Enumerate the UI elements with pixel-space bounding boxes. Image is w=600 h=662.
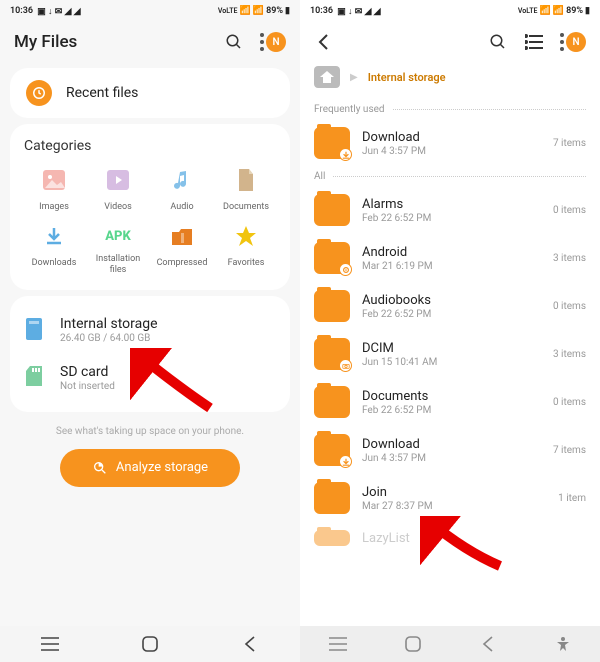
storage-hint: See what's taking up space on your phone… [0,426,300,437]
more-menu-with-avatar[interactable]: N [560,32,586,52]
more-icon [260,33,264,51]
search-icon[interactable] [224,32,244,52]
download-badge-icon [339,148,352,161]
folder-dcim[interactable]: DCIMJun 15 10:41 AM 3 items [300,330,600,378]
images-icon [42,168,66,192]
statusbar: 10:36 ▣ ↓ ✉ ◢ ◢ VoLTE📶 📶89%▮ [0,0,300,22]
search-icon[interactable] [488,32,508,52]
annotation-arrow-right [420,516,510,576]
header: My Files N [0,22,300,62]
internal-storage-sub: 26.40 GB / 64.00 GB [60,333,158,344]
compressed-icon [170,224,194,248]
category-apk[interactable]: APK Installation files [88,224,148,276]
categories-card: Categories Images Videos Audio Documents… [10,124,290,290]
category-videos[interactable]: Videos [88,168,148,216]
analyze-icon [92,460,108,476]
folder-audiobooks[interactable]: AudiobooksFeb 22 6:52 PM 0 items [300,282,600,330]
more-menu-with-avatar[interactable]: N [260,32,286,52]
nav-home[interactable] [130,636,170,652]
recent-files-row[interactable]: Recent files [10,68,290,118]
clock-icon [26,80,52,106]
folder-icon [314,386,350,418]
category-favorites[interactable]: Favorites [216,224,276,276]
folder-documents[interactable]: DocumentsFeb 22 6:52 PM 0 items [300,378,600,426]
avatar: N [566,32,586,52]
folder-android[interactable]: AndroidMar 21 6:19 PM 3 items [300,234,600,282]
folder-icon [314,242,350,274]
annotation-arrow-left [130,348,220,418]
sd-card-icon [26,366,46,390]
nav-home[interactable] [393,636,433,652]
chevron-right-icon: ▶ [350,72,358,83]
folder-icon [314,482,350,514]
category-documents[interactable]: Documents [216,168,276,216]
more-icon [560,33,564,51]
sd-card-sub: Not inserted [60,381,115,392]
folder-icon [314,127,350,159]
nav-back[interactable] [230,636,270,652]
category-compressed[interactable]: Compressed [152,224,212,276]
nav-accessibility[interactable] [543,636,583,652]
nav-recents[interactable] [318,637,358,651]
nav-back[interactable] [468,636,508,652]
view-list-icon[interactable] [524,32,544,52]
folder-alarms[interactable]: AlarmsFeb 22 6:52 PM 0 items [300,186,600,234]
section-frequently-used: Frequently used [300,100,600,119]
breadcrumb: ▶ Internal storage [300,62,600,100]
apk-icon: APK [106,224,130,248]
statusbar: 10:36 ▣ ↓ ✉ ◢ ◢ VoLTE📶 📶89%▮ [300,0,600,22]
folder-icon [314,434,350,466]
sd-card-name: SD card [60,364,115,380]
header: N [300,22,600,62]
folder-icon [314,530,350,546]
breadcrumb-current[interactable]: Internal storage [368,71,446,84]
audio-icon [170,168,194,192]
analyze-storage-button[interactable]: Analyze storage [60,449,240,487]
nav-bar [0,626,300,662]
page-title: My Files [14,32,77,52]
internal-storage-icon [26,318,46,342]
category-images[interactable]: Images [24,168,84,216]
internal-storage-row[interactable]: Internal storage 26.40 GB / 64.00 GB [24,310,276,350]
left-screen: 10:36 ▣ ↓ ✉ ◢ ◢ VoLTE📶 📶89%▮ My Files N … [0,0,300,662]
folder-icon [314,338,350,370]
back-icon[interactable] [314,32,334,52]
downloads-icon [42,224,66,248]
camera-badge-icon [339,359,352,372]
right-screen: 10:36 ▣ ↓ ✉ ◢ ◢ VoLTE📶 📶89%▮ N ▶ Interna… [300,0,600,662]
folder-join[interactable]: JoinMar 27 8:37 PM 1 item [300,474,600,522]
breadcrumb-home-icon[interactable] [314,66,340,88]
folder-icon [314,290,350,322]
favorites-icon [234,224,258,248]
folder-download-all[interactable]: DownloadJun 4 3:57 PM 7 items [300,426,600,474]
gear-badge-icon [339,263,352,276]
nav-recents[interactable] [30,637,70,651]
folder-icon [314,194,350,226]
videos-icon [106,168,130,192]
download-badge-icon [339,455,352,468]
category-downloads[interactable]: Downloads [24,224,84,276]
internal-storage-name: Internal storage [60,316,158,332]
recent-files-label: Recent files [66,85,138,101]
documents-icon [234,168,258,192]
categories-title: Categories [24,138,276,154]
folder-download-freq[interactable]: DownloadJun 4 3:57 PM 7 items [300,119,600,167]
category-audio[interactable]: Audio [152,168,212,216]
avatar: N [266,32,286,52]
nav-bar [300,626,600,662]
section-all: All [300,167,600,186]
